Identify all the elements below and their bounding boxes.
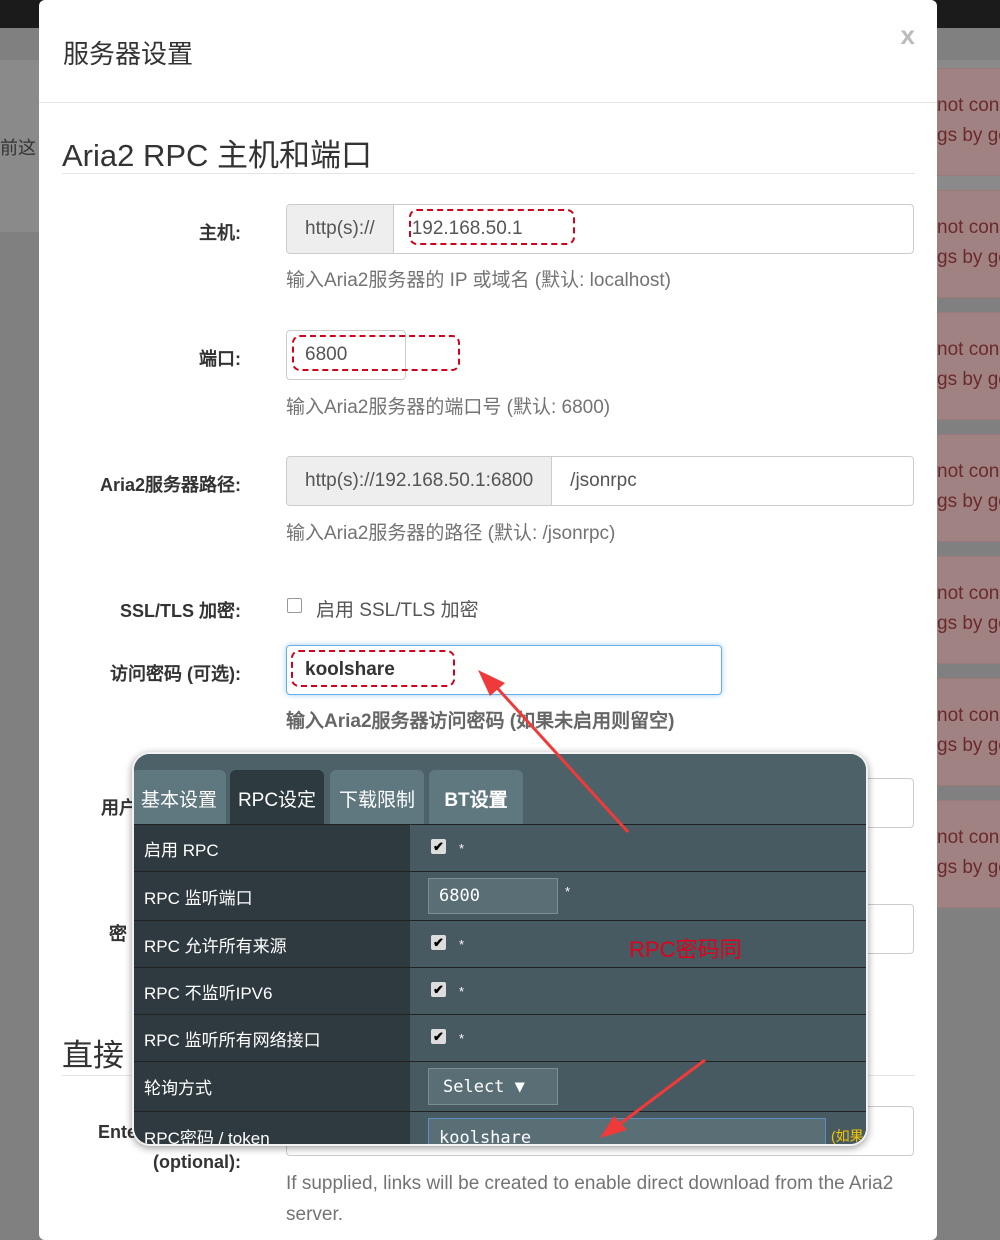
arrow-line [611,1058,706,1132]
arrow-annotations [478,670,706,1138]
arrow-line [488,678,630,834]
arrow-head-icon [600,1116,627,1138]
